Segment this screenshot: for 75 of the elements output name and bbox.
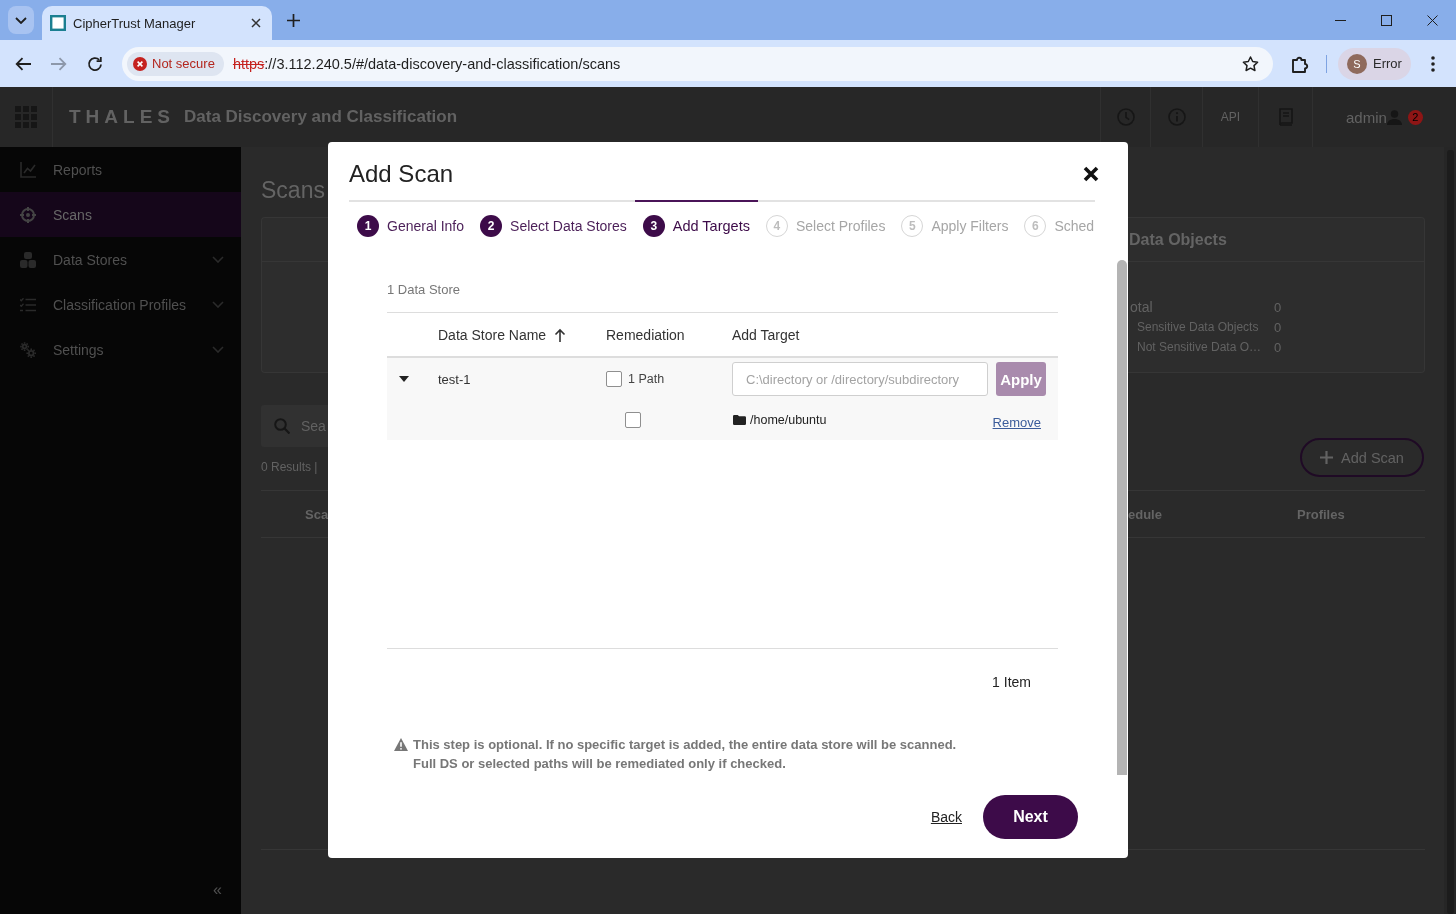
- data-store-name: test-1: [438, 371, 471, 387]
- column-header[interactable]: Data Store Name: [438, 326, 567, 343]
- crosshair-icon: [20, 206, 36, 223]
- arrow-left-icon: [15, 56, 31, 71]
- expand-toggle[interactable]: [399, 375, 409, 383]
- chart-icon: [20, 161, 36, 178]
- page-icon: [50, 15, 66, 31]
- minimize-icon: [1334, 19, 1346, 21]
- close-icon: [1083, 166, 1099, 182]
- wizard-step[interactable]: 3 Add Targets: [634, 200, 758, 250]
- tab-list-button[interactable]: [8, 6, 34, 34]
- address-bar[interactable]: Not secure https://3.112.240.5/#/data-discovery-and-classification/scans: [122, 46, 1273, 81]
- step-number: 3: [642, 215, 665, 237]
- checklist-icon: [20, 296, 36, 313]
- arrow-right-icon: [51, 56, 67, 71]
- close-button[interactable]: [1082, 165, 1100, 183]
- remove-link[interactable]: Remove: [992, 414, 1041, 430]
- checkbox[interactable]: [606, 371, 622, 387]
- sidebar-item[interactable]: Classification Profiles: [0, 282, 241, 327]
- optional-step-note: This step is optional. If no specific target is added, the entire data store will be scanned. Full DS or selected paths will be remediated only if checked.: [413, 736, 957, 773]
- close-icon: [1426, 14, 1438, 26]
- checkbox[interactable]: [625, 412, 641, 428]
- column-header[interactable]: Profiles: [1297, 506, 1345, 522]
- brand-logo: THALES: [69, 106, 175, 128]
- caret-down-icon: [399, 376, 409, 382]
- next-button[interactable]: Next: [983, 795, 1078, 839]
- maximize-icon: [1380, 14, 1392, 26]
- wizard-step[interactable]: 6 Sched: [1016, 200, 1103, 250]
- app-title: Data Discovery and Classification: [184, 107, 458, 127]
- column-header[interactable]: Remediation: [606, 326, 685, 343]
- page-title: Scans: [261, 176, 325, 205]
- avatar: S: [1347, 53, 1367, 74]
- sidebar-item[interactable]: Data Stores: [0, 237, 241, 282]
- browser-tab[interactable]: CipherTrust Manager: [42, 6, 272, 40]
- sidebar-item[interactable]: Reports: [0, 147, 241, 192]
- error-icon: [133, 56, 147, 71]
- sidebar-item[interactable]: Scans: [0, 192, 241, 237]
- close-icon: [251, 18, 261, 28]
- bookmark-button[interactable]: [1241, 54, 1259, 73]
- plus-icon: [286, 13, 300, 27]
- wizard-step[interactable]: 1 General Info: [349, 200, 473, 250]
- folder-icon: [733, 415, 746, 425]
- gears-icon: [20, 341, 36, 358]
- security-chip[interactable]: Not secure: [127, 51, 224, 76]
- column-header[interactable]: Sca: [305, 506, 329, 522]
- star-icon: [1241, 55, 1259, 72]
- search-icon: [274, 418, 290, 434]
- step-number: 1: [357, 215, 379, 237]
- puzzle-icon: [1291, 54, 1309, 73]
- reload-icon: [87, 55, 103, 72]
- kebab-menu-icon: [1431, 55, 1435, 72]
- wizard-step[interactable]: 4 Select Profiles: [757, 200, 894, 250]
- sidebar-item[interactable]: Settings: [0, 327, 241, 372]
- path-text: /home/ubuntu: [750, 413, 827, 427]
- dialog-title: Add Scan: [349, 159, 454, 189]
- item-count: 1 Item: [992, 674, 1031, 690]
- wizard-step[interactable]: 5 Apply Filters: [893, 200, 1017, 250]
- path-count: 1 Path: [628, 372, 665, 386]
- plus-icon: [1320, 451, 1334, 464]
- target-path-field[interactable]: C:\directory or /directory/subdirectory: [732, 362, 988, 396]
- store-count: 1 Data Store: [387, 282, 460, 298]
- column-header[interactable]: edule: [1128, 506, 1162, 522]
- column-header[interactable]: Add Target: [732, 326, 800, 343]
- chevron-down-icon: [15, 16, 27, 24]
- url-text: https://3.112.240.5/#/data-discovery-and-classification/scans: [232, 55, 621, 72]
- profile-button[interactable]: S Error: [1338, 47, 1411, 80]
- collapse-button[interactable]: «: [213, 880, 222, 900]
- wizard-step[interactable]: 2 Select Data Stores: [472, 200, 635, 250]
- back-link[interactable]: Back: [930, 809, 962, 825]
- step-number: 2: [480, 215, 503, 237]
- cubes-icon: [20, 251, 36, 268]
- add-scan-button[interactable]: Add Scan: [1300, 438, 1424, 477]
- scrollbar-thumb[interactable]: [1117, 260, 1127, 775]
- notification-badge: 2: [1407, 109, 1423, 125]
- warning-icon: [394, 738, 408, 751]
